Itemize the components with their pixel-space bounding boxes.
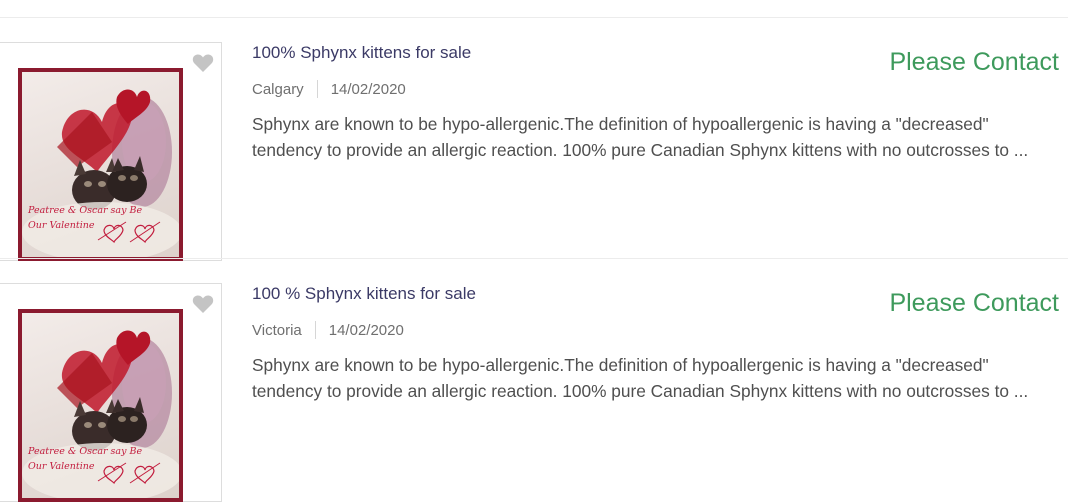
listing-meta: Calgary 14/02/2020 <box>252 80 406 98</box>
listing-photo[interactable]: Peatree & Oscar say Be Our Valentine <box>18 309 183 502</box>
listing-description: Sphynx are known to be hypo-allergenic.T… <box>252 355 1029 401</box>
heart-icon <box>192 295 214 313</box>
listing-price: Please Contact <box>889 289 1059 317</box>
favorite-button[interactable] <box>191 52 215 74</box>
listing-title[interactable]: 100% Sphynx kittens for sale <box>252 43 471 63</box>
photo-caption-line: Our Valentine <box>28 461 95 472</box>
listing-card[interactable]: Peatree & Oscar say Be Our Valentine 100… <box>0 17 1068 261</box>
photo-caption-line: Peatree & Oscar say Be <box>28 205 143 216</box>
photo-caption-line: Peatree & Oscar say Be <box>28 446 143 457</box>
listing-location: Calgary <box>252 80 304 98</box>
meta-divider <box>314 321 316 339</box>
listing-location: Victoria <box>252 321 302 339</box>
listing-title[interactable]: 100 % Sphynx kittens for sale <box>252 284 476 304</box>
listing-thumbnail-frame[interactable]: Peatree & Oscar say Be Our Valentine <box>0 42 222 261</box>
photo-caption: Peatree & Oscar say Be Our Valentine <box>28 444 148 474</box>
photo-caption-line: Our Valentine <box>28 220 95 231</box>
listing-date: 14/02/2020 <box>330 80 406 98</box>
listing-card[interactable]: Peatree & Oscar say Be Our Valentine 100… <box>0 258 1068 502</box>
listing-thumbnail-frame[interactable]: Peatree & Oscar say Be Our Valentine <box>0 283 222 502</box>
listing-photo[interactable]: Peatree & Oscar say Be Our Valentine <box>18 68 183 261</box>
listing-description: Sphynx are known to be hypo-allergenic.T… <box>252 114 1029 160</box>
meta-divider <box>316 80 318 98</box>
listing-price: Please Contact <box>889 48 1059 76</box>
photo-caption: Peatree & Oscar say Be Our Valentine <box>28 203 148 233</box>
favorite-button[interactable] <box>191 293 215 315</box>
listing-date: 14/02/2020 <box>328 321 404 339</box>
listing-meta: Victoria 14/02/2020 <box>252 321 404 339</box>
heart-icon <box>192 54 214 72</box>
